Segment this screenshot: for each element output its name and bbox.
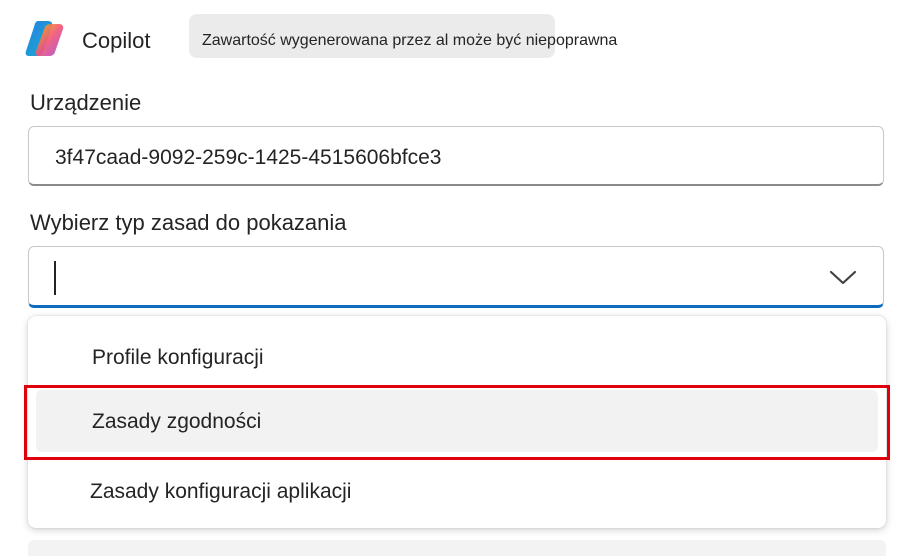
option-label: Profile konfiguracji [92,346,264,369]
header: Copilot Zawartość wygenerowana przez al … [0,0,916,80]
text-cursor [54,261,56,295]
option-profile-konfiguracji[interactable]: Profile konfiguracji [28,326,886,390]
policy-type-label: Wybierz typ zasad do pokazania [30,210,347,235]
device-field-value: 3f47caad-9092-259c-1425-4515606bfce3 [55,146,442,169]
copilot-logo-icon [25,21,64,56]
ai-disclaimer-text: Zawartość wygenerowana przez al może być… [202,32,618,49]
option-zasady-konfiguracji-aplikacji[interactable]: Zasady konfiguracji aplikacji [28,460,886,524]
device-field[interactable]: 3f47caad-9092-259c-1425-4515606bfce3 [28,126,884,186]
chevron-down-icon[interactable] [827,267,859,287]
app-name: Copilot [82,28,151,53]
next-field-edge [28,540,886,556]
device-label: Urządzenie [30,90,142,115]
policy-type-select[interactable] [28,246,884,308]
callout-highlight-box [24,385,890,460]
option-label: Zasady konfiguracji aplikacji [90,480,352,503]
